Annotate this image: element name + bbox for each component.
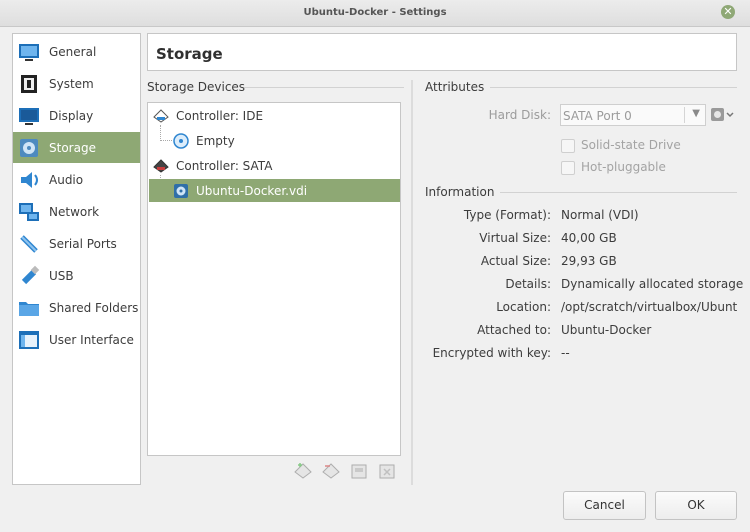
info-label: Actual Size:: [480, 254, 551, 268]
sidebar-item-label: Display: [49, 109, 94, 123]
sidebar-item-label: Storage: [49, 141, 96, 155]
usb-icon: [21, 265, 40, 285]
ide-controller-icon: [153, 109, 169, 123]
add-attachment-icon[interactable]: [349, 461, 369, 481]
info-label: Encrypted with key:: [432, 346, 551, 360]
hot-pluggable-label: Hot-pluggable: [581, 160, 666, 174]
sidebar-item-label: USB: [49, 269, 74, 283]
settings-sidebar: General System Display Storage Audio Net…: [12, 33, 141, 485]
info-label: Details:: [505, 277, 551, 291]
close-icon[interactable]: ✕: [721, 5, 735, 19]
hard-disk-label: Hard Disk:: [488, 108, 551, 122]
folder-icon: [19, 302, 39, 316]
sidebar-item-display[interactable]: Display: [13, 100, 140, 131]
title-bar: Ubuntu-Docker - Settings ✕: [0, 0, 750, 27]
info-value: 40,00 GB: [561, 231, 617, 245]
sidebar-item-user-interface[interactable]: User Interface: [13, 324, 140, 355]
info-label: Type (Format):: [463, 208, 551, 222]
page-header: Storage: [147, 33, 737, 71]
info-label: Virtual Size:: [479, 231, 551, 245]
sata-controller-icon: [153, 159, 169, 173]
chip-icon: [21, 75, 37, 93]
info-value: /opt/scratch/virtualbox/Ubunt...: [561, 300, 737, 314]
sidebar-item-label: Network: [49, 205, 100, 219]
group-divider: [500, 192, 737, 193]
chevron-down-icon: ▼: [692, 108, 700, 119]
storage-devices-title: Storage Devices: [147, 80, 246, 94]
hard-disk-value: SATA Port 0: [563, 109, 632, 123]
sidebar-item-label: General: [49, 45, 97, 59]
cancel-button[interactable]: Cancel: [563, 491, 646, 520]
info-value: Normal (VDI): [561, 208, 639, 222]
info-label: Attached to:: [477, 323, 551, 337]
window-icon: [19, 331, 39, 349]
hard-disk-icon: [174, 184, 188, 198]
info-label: Location:: [496, 300, 551, 314]
network-icon: [19, 203, 39, 221]
sidebar-item-label: Serial Ports: [49, 237, 117, 251]
remove-controller-icon[interactable]: [321, 461, 341, 481]
sidebar-item-storage[interactable]: Storage: [13, 132, 140, 163]
serial-port-icon: [20, 235, 38, 253]
hard-disk-select[interactable]: SATA Port 0 ▼: [560, 104, 706, 126]
remove-attachment-icon[interactable]: [377, 461, 397, 481]
speaker-icon: [21, 172, 38, 188]
window-title: Ubuntu-Docker - Settings: [303, 7, 447, 18]
page-title: Storage: [156, 45, 223, 63]
tree-item-label: Ubuntu-Docker.vdi: [196, 184, 308, 198]
sidebar-item-label: System: [49, 77, 94, 91]
sidebar-item-network[interactable]: Network: [13, 196, 140, 227]
info-value: Dynamically allocated storage: [561, 277, 744, 291]
information-title: Information: [425, 185, 495, 199]
sidebar-item-label: Shared Folders: [49, 301, 139, 315]
optical-disc-icon: [173, 133, 189, 149]
solid-state-checkbox[interactable]: [561, 139, 575, 153]
solid-state-label: Solid-state Drive: [581, 138, 681, 152]
info-value: --: [561, 346, 570, 360]
group-divider: [490, 87, 737, 88]
choose-disk-icon[interactable]: [710, 106, 736, 124]
sidebar-item-system[interactable]: System: [13, 68, 140, 99]
group-divider: [244, 87, 404, 88]
tree-item-empty[interactable]: Empty: [149, 129, 400, 152]
sidebar-item-serial-ports[interactable]: Serial Ports: [13, 228, 140, 259]
attributes-title: Attributes: [425, 80, 485, 94]
tree-item-label: Controller: SATA: [176, 159, 273, 173]
monitor-icon: [19, 108, 39, 125]
tree-item-controller-sata[interactable]: Controller: SATA: [149, 154, 400, 177]
info-value: 29,93 GB: [561, 254, 617, 268]
disk-icon: [20, 139, 38, 157]
sidebar-item-audio[interactable]: Audio: [13, 164, 140, 195]
tree-item-ubuntu-docker-vdi[interactable]: Ubuntu-Docker.vdi: [149, 179, 400, 202]
sidebar-item-usb[interactable]: USB: [13, 260, 140, 291]
combo-separator: [684, 107, 685, 123]
sidebar-item-label: Audio: [49, 173, 84, 187]
general-icon: [19, 44, 39, 61]
tree-item-label: Empty: [196, 134, 235, 148]
sidebar-item-label: User Interface: [49, 333, 134, 347]
tree-item-label: Controller: IDE: [176, 109, 264, 123]
hot-pluggable-checkbox[interactable]: [561, 161, 575, 175]
sidebar-item-shared-folders[interactable]: Shared Folders: [13, 292, 140, 323]
sidebar-item-general[interactable]: General: [13, 36, 140, 67]
ok-button[interactable]: OK: [655, 491, 737, 520]
add-controller-icon[interactable]: [293, 461, 313, 481]
info-value: Ubuntu-Docker: [561, 323, 652, 337]
